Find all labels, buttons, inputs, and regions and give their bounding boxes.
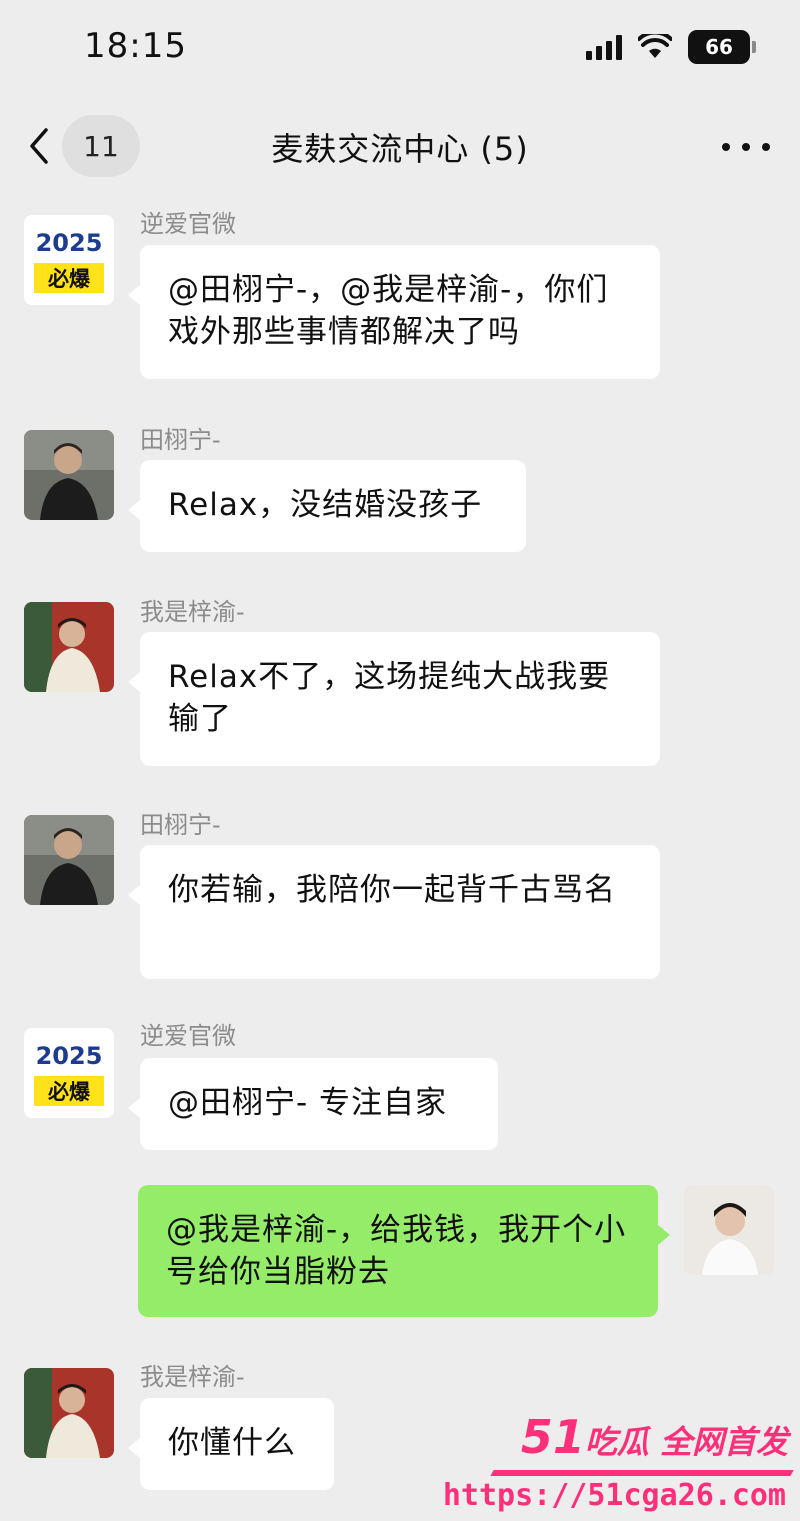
watermark-url: https://51cga26.com — [442, 1478, 786, 1513]
signal-bars-icon — [586, 34, 622, 60]
message-sender: 逆爱官微 — [140, 1022, 236, 1050]
avatar-tag-text: 必爆 — [48, 1080, 91, 1104]
wifi-icon — [638, 34, 672, 58]
message-sender: 我是梓渝- — [140, 598, 245, 626]
message-sender: 田栩宁- — [140, 426, 221, 454]
message-bubble[interactable]: Relax不了，这场提纯大战我要输了 — [128, 632, 660, 766]
chat-screen: 18:15 66 11 麦麸交流中心 (5) 2025 必爆 逆爱官微 @田栩宁… — [0, 0, 800, 1521]
avatar-year-text: 2025 — [36, 1042, 103, 1070]
message-bubble[interactable]: Relax，没结婚没孩子 — [128, 460, 526, 552]
status-time: 18:15 — [84, 26, 187, 66]
watermark-brand: 51吃瓜 全网首发 — [520, 1410, 788, 1464]
logo-2025-avatar[interactable]: 2025 必爆 — [24, 1028, 114, 1118]
message-bubble-outgoing[interactable]: @我是梓渝-，给我钱，我开个小号给你当脂粉去 — [138, 1185, 670, 1317]
more-dots-icon[interactable] — [722, 132, 770, 162]
chat-title: 麦麸交流中心 (5) — [271, 130, 529, 168]
watermark: 51吃瓜 全网首发 https://51cga26.com — [443, 1410, 794, 1520]
battery-indicator: 66 — [688, 30, 756, 64]
message-bubble[interactable]: @田栩宁- 专注自家 — [128, 1058, 498, 1150]
photo-avatar[interactable] — [24, 815, 114, 905]
message-bubble[interactable]: 你懂什么 — [128, 1398, 334, 1490]
message-sender: 逆爱官微 — [140, 210, 236, 238]
message-bubble[interactable]: 你若输，我陪你一起背千古骂名 — [128, 845, 660, 979]
avatar-year-text: 2025 — [36, 229, 103, 257]
self-photo-avatar[interactable] — [684, 1185, 774, 1275]
photo-avatar[interactable] — [24, 430, 114, 520]
photo-avatar[interactable] — [24, 1368, 114, 1458]
logo-2025-avatar[interactable]: 2025 必爆 — [24, 215, 114, 305]
message-bubble[interactable]: @田栩宁-，@我是梓渝-，你们戏外那些事情都解决了吗 — [128, 245, 660, 379]
photo-avatar[interactable] — [24, 602, 114, 692]
message-sender: 我是梓渝- — [140, 1363, 245, 1391]
message-sender: 田栩宁- — [140, 811, 221, 839]
status-icons: 66 — [586, 30, 756, 64]
watermark-divider — [490, 1470, 794, 1476]
avatar-tag-text: 必爆 — [48, 267, 91, 291]
